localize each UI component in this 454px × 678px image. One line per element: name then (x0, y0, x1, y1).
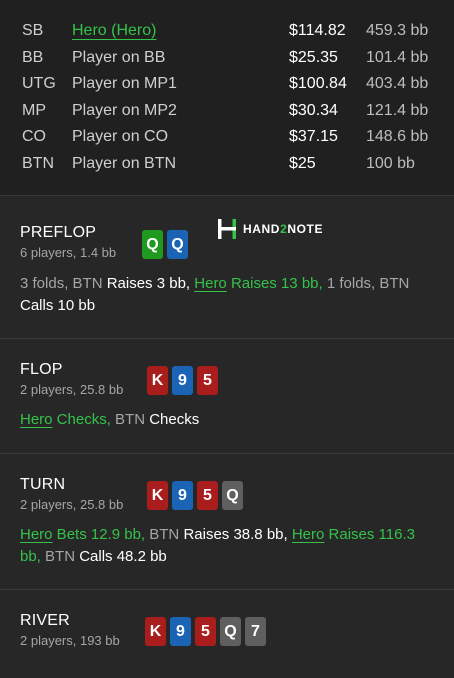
street-river: RIVER 2 players, 193 bb K 9 5 Q 7 (0, 589, 454, 678)
player-name: Player on MP1 (72, 75, 177, 93)
street-preflop: PREFLOP 6 players, 1.4 bb Q Q HAND2NOTE … (0, 195, 454, 338)
card: Q (220, 617, 241, 646)
card: 7 (245, 617, 266, 646)
hand2note-logo: HAND2NOTE (217, 218, 323, 240)
player-stack-amount: $114.82 (289, 22, 346, 39)
player-stack-bb: 403.4 bb (366, 75, 429, 93)
street-title: RIVER (20, 612, 70, 629)
player-row: UTG Player on MP1 $100.84 403.4 bb (20, 71, 434, 98)
street-turn: TURN 2 players, 25.8 bb K 9 5 Q Hero Bet… (0, 453, 454, 589)
board-cards: K 9 5 Q 7 (145, 617, 266, 646)
card: Q (167, 230, 188, 259)
card: 5 (195, 617, 216, 646)
player-name-hero[interactable]: Hero (Hero) (72, 18, 156, 44)
action-text: BTN (145, 526, 184, 543)
action-check: Checks (149, 411, 200, 428)
action-hero-raise: Raises 13 bb, (226, 275, 323, 292)
player-row: BTN Player on BTN $25 100 bb (20, 151, 434, 178)
action-hero-check: Checks, (52, 411, 111, 428)
card: 9 (172, 366, 193, 395)
player-stack-amount: $30.34 (289, 101, 338, 119)
card: 5 (197, 481, 218, 510)
player-position: MP (22, 101, 46, 119)
card: K (145, 617, 166, 646)
board-cards: K 9 5 Q (147, 481, 243, 510)
card: Q (142, 230, 163, 259)
action-hero-name[interactable]: Hero (20, 526, 53, 543)
player-stack-bb: 148.6 bb (366, 128, 429, 146)
board-cards: K 9 5 (147, 366, 218, 395)
player-position: BB (22, 48, 44, 66)
street-actions: 3 folds, BTN Raises 3 bb, Hero Raises 13… (20, 273, 434, 317)
player-position: UTG (22, 75, 56, 93)
player-row: CO Player on CO $37.15 148.6 bb (20, 124, 434, 151)
player-row: BB Player on BB $25.35 101.4 bb (20, 45, 434, 72)
action-hero-name[interactable]: Hero (292, 526, 325, 543)
street-subtitle: 6 players, 1.4 bb (20, 245, 117, 260)
hand2note-logo-text: HAND2NOTE (243, 222, 324, 236)
street-title: TURN (20, 476, 66, 493)
street-subtitle: 2 players, 193 bb (20, 633, 120, 648)
card: 9 (170, 617, 191, 646)
player-name: Player on BTN (72, 154, 177, 172)
player-position: SB (22, 22, 44, 39)
player-stack-bb: 121.4 bb (366, 101, 429, 119)
street-actions: Hero Checks, BTN Checks (20, 409, 434, 431)
card: K (147, 481, 168, 510)
street-subtitle: 2 players, 25.8 bb (20, 382, 124, 397)
action-raise: Raises 3 bb, (106, 275, 191, 292)
street-title: FLOP (20, 361, 63, 378)
player-name: Player on CO (72, 128, 169, 146)
player-name: Player on BB (72, 48, 166, 66)
player-stack-amount: $37.15 (289, 128, 338, 146)
action-text: BTN (110, 411, 150, 428)
player-stack-bb: 459.3 bb (366, 22, 429, 39)
street-flop: FLOP 2 players, 25.8 bb K 9 5 Hero Check… (0, 338, 454, 453)
street-title: PREFLOP (20, 224, 97, 241)
player-position: CO (22, 128, 46, 146)
card: K (147, 366, 168, 395)
player-stack-amount: $25.35 (289, 48, 338, 66)
action-text: 1 folds, BTN (322, 275, 410, 292)
card: 5 (197, 366, 218, 395)
hand2note-logo-icon (218, 219, 236, 239)
action-raise: Raises 38.8 bb, (183, 526, 288, 543)
action-hero-name[interactable]: Hero (20, 411, 53, 428)
card: 9 (172, 481, 193, 510)
player-stack-amount: $100.84 (289, 75, 347, 93)
hole-cards: Q Q (142, 230, 188, 259)
player-row: SB Hero (Hero) $114.82 459.3 bb (20, 18, 434, 45)
action-call: Calls 48.2 bb (79, 548, 167, 565)
player-stack-bb: 100 bb (366, 154, 415, 172)
action-hero-name[interactable]: Hero (194, 275, 227, 292)
action-call: Calls 10 bb (20, 297, 96, 314)
street-subtitle: 2 players, 25.8 bb (20, 497, 124, 512)
player-stack-bb: 101.4 bb (366, 48, 429, 66)
street-actions: Hero Bets 12.9 bb, BTN Raises 38.8 bb, H… (20, 524, 434, 568)
action-text: 3 folds, BTN (20, 275, 107, 292)
player-row: MP Player on MP2 $30.34 121.4 bb (20, 98, 434, 125)
player-position: BTN (22, 154, 54, 172)
players-table: SB Hero (Hero) $114.82 459.3 bb BB Playe… (0, 0, 454, 195)
action-text: BTN (40, 548, 80, 565)
player-name: Player on MP2 (72, 101, 177, 119)
player-stack-amount: $25 (289, 154, 316, 172)
action-hero-bet: Bets 12.9 bb, (52, 526, 146, 543)
card: Q (222, 481, 243, 510)
